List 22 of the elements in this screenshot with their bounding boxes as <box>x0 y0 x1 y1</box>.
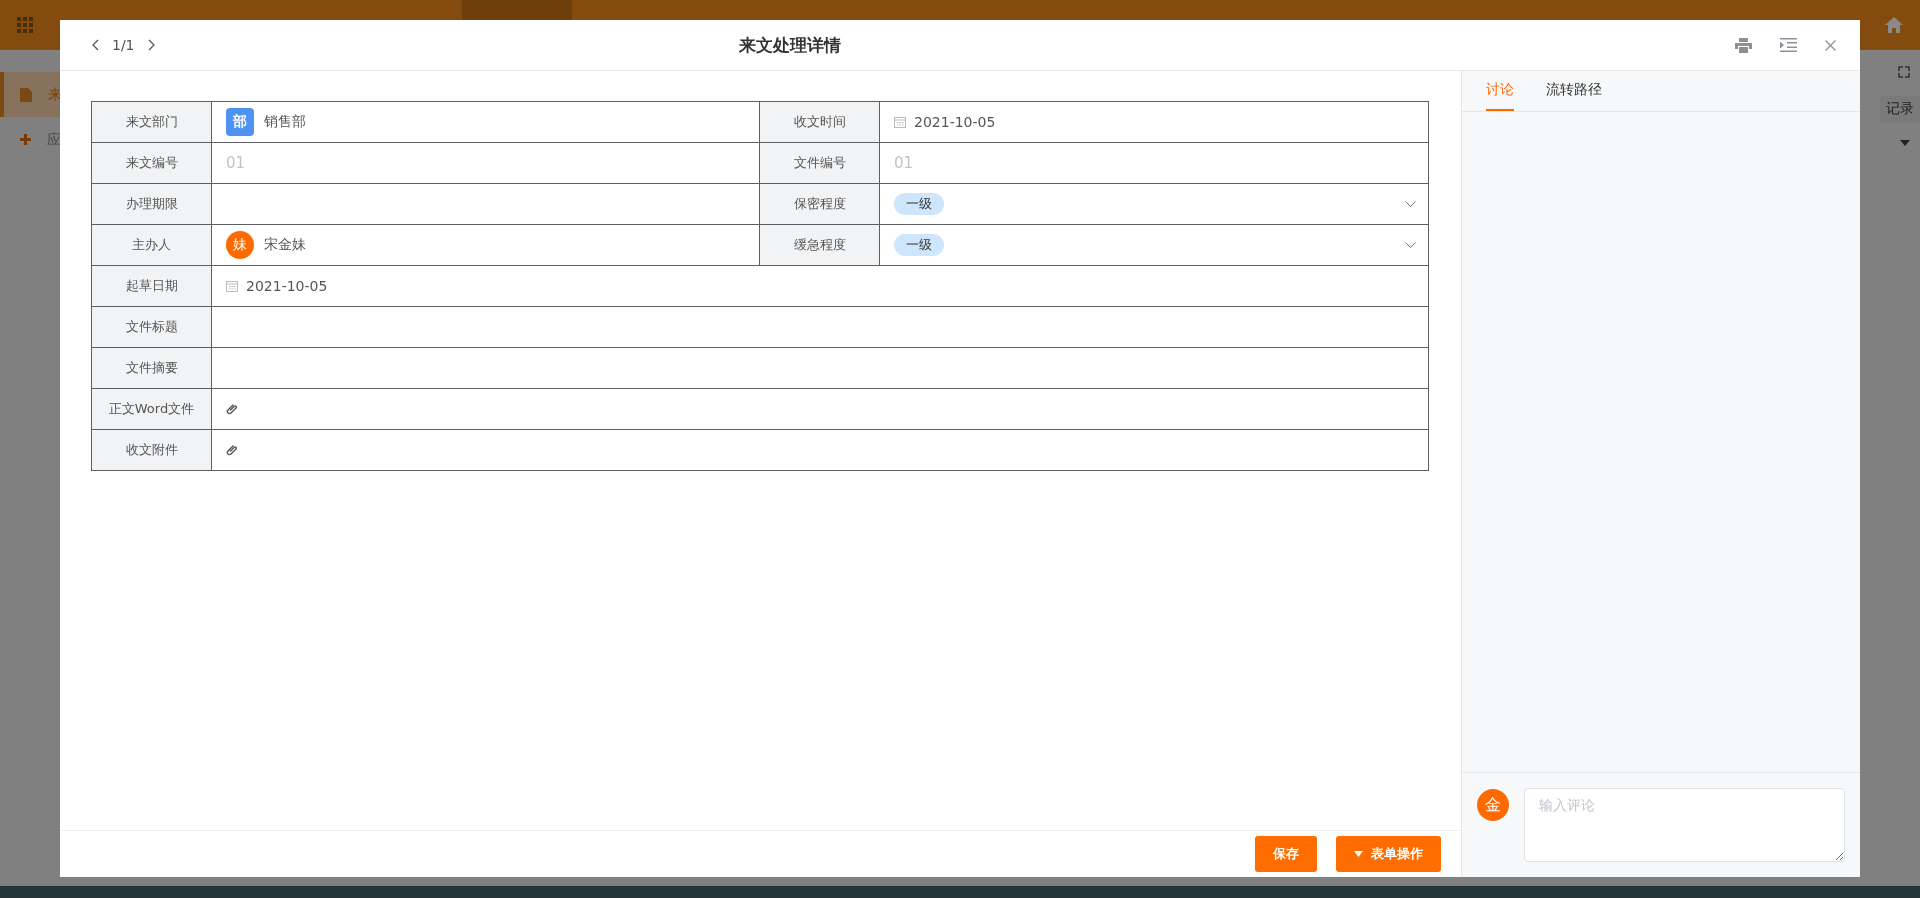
field-label: 文件标题 <box>91 306 212 348</box>
user-avatar: 金 <box>1477 789 1509 821</box>
field-label: 文件编号 <box>759 142 880 184</box>
field-value: 宋金妹 <box>264 236 306 254</box>
field-label: 缓急程度 <box>759 224 880 266</box>
field-label: 收文附件 <box>91 429 212 471</box>
level-tag: 一级 <box>894 234 944 256</box>
field-label: 正文Word文件 <box>91 388 212 430</box>
field-label: 文件摘要 <box>91 347 212 389</box>
department-badge: 部 <box>226 108 254 136</box>
field-label: 保密程度 <box>759 183 880 225</box>
field-label: 收文时间 <box>759 101 880 143</box>
field-label: 办理期限 <box>91 183 212 225</box>
field-label: 来文部门 <box>91 101 212 143</box>
field-label: 起草日期 <box>91 265 212 307</box>
user-avatar: 妹 <box>226 231 254 259</box>
page-counter: 1/1 <box>112 37 135 53</box>
dialog-title: 来文处理详情 <box>738 33 841 57</box>
field-label: 来文编号 <box>91 142 212 184</box>
field-value: 销售部 <box>264 113 306 131</box>
field-label: 主办人 <box>91 224 212 266</box>
level-tag: 一级 <box>894 193 944 215</box>
